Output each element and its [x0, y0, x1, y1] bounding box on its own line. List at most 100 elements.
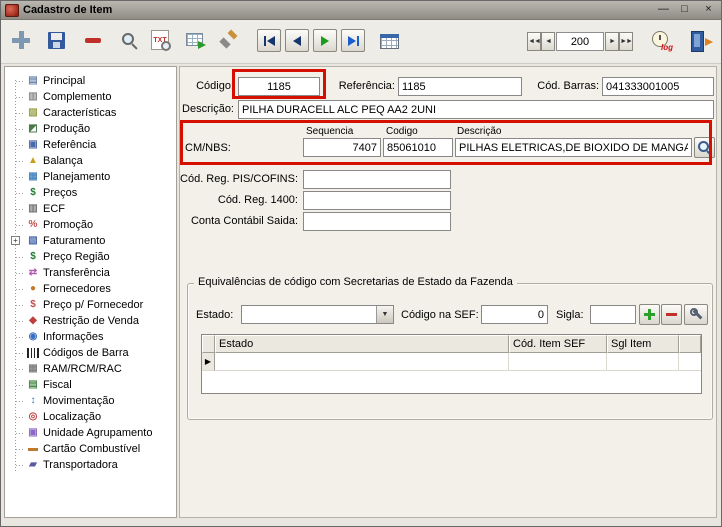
clear-button[interactable]	[220, 32, 237, 49]
add-equivalencia-button[interactable]	[639, 304, 660, 325]
expander-icon[interactable]: +	[11, 236, 20, 245]
ncm-label: CM/NBS:	[185, 142, 231, 154]
exit-button[interactable]	[688, 31, 713, 52]
sidebar-item-balanca[interactable]: ▲ Balança	[5, 153, 176, 169]
codigo-sef-input[interactable]	[481, 305, 548, 324]
next-record-button[interactable]	[313, 29, 337, 52]
grouping-icon: ▣	[28, 427, 38, 438]
pis-cofins-input[interactable]	[303, 170, 451, 189]
sidebar-item-caracteristicas[interactable]: ▨ Características	[5, 105, 176, 121]
remove-equivalencia-button[interactable]	[661, 304, 682, 325]
next-page-button[interactable]: ►	[605, 32, 619, 51]
referencia-label: Referência:	[338, 80, 395, 92]
export-txt-button[interactable]: TXT	[151, 30, 171, 51]
ncm-search-button[interactable]	[694, 137, 715, 158]
planning-icon: ▦	[28, 171, 38, 182]
ncm-descricao-input[interactable]	[455, 138, 692, 157]
sidebar-item-cartao-combustivel[interactable]: ▬ Cartão Combustível	[5, 441, 176, 457]
search-button[interactable]	[121, 32, 138, 49]
first-record-icon	[263, 35, 266, 46]
maximize-button[interactable]: □	[676, 3, 693, 17]
modules-icon: ▦	[28, 363, 38, 374]
calendar-grid-button[interactable]	[380, 34, 399, 49]
sidebar-item-restricao-venda[interactable]: ◆ Restrição de Venda	[5, 313, 176, 329]
main-panel: Código: Referência: Cód. Barras: Descriç…	[179, 66, 717, 518]
grid-header-estado[interactable]: Estado	[215, 335, 509, 353]
sidebar-item-referencia[interactable]: ▣ Referência	[5, 137, 176, 153]
chevron-down-icon[interactable]: ▼	[376, 306, 393, 323]
sidebar-item-codigos-barra[interactable]: Códigos de Barra	[5, 345, 176, 361]
sidebar-item-unidade-agrupamento[interactable]: ▣ Unidade Agrupamento	[5, 425, 176, 441]
sidebar-item-ram-rcm-rac[interactable]: ▦ RAM/RCM/RAC	[5, 361, 176, 377]
grid-indicator-header	[202, 335, 215, 353]
sidebar-item-localizacao[interactable]: ◎ Localização	[5, 409, 176, 425]
minus-icon	[85, 38, 101, 43]
sigla-input[interactable]	[590, 305, 636, 324]
minimize-button[interactable]: —	[655, 3, 672, 17]
sidebar-item-ecf[interactable]: ▥ ECF	[5, 201, 176, 217]
calendar-icon	[380, 34, 399, 49]
transfer-arrows-icon: ⇄	[28, 267, 38, 278]
notes-icon: ▨	[28, 107, 38, 118]
sidebar-item-faturamento[interactable]: + ▧ Faturamento	[5, 233, 176, 249]
ncm-sequencia-input[interactable]	[303, 138, 381, 157]
reference-icon: ▣	[28, 139, 38, 150]
sidebar-item-promocao[interactable]: % Promoção	[5, 217, 176, 233]
sidebar-item-transferencia[interactable]: ⇄ Transferência	[5, 265, 176, 281]
grid-row[interactable]: ▶	[202, 353, 701, 371]
app-icon	[5, 3, 19, 17]
previous-page-button[interactable]: ◄	[541, 32, 555, 51]
equivalencias-groupbox: Equivalências de código com Secretarias …	[187, 276, 713, 420]
delete-record-button[interactable]	[85, 38, 101, 43]
cod-barras-input[interactable]	[602, 77, 714, 96]
first-record-button[interactable]	[257, 29, 281, 52]
save-button[interactable]	[48, 32, 65, 49]
sidebar-item-complemento[interactable]: ▥ Complemento	[5, 89, 176, 105]
previous-record-button[interactable]	[285, 29, 309, 52]
reg-1400-input[interactable]	[303, 191, 451, 210]
attachment-icon: ▥	[28, 91, 38, 102]
sidebar-tree: ▤ Principal ▥ Complemento ▨ Características…	[4, 66, 177, 518]
sidebar-item-preco-fornecedor[interactable]: $ Preço p/ Fornecedor	[5, 297, 176, 313]
search-edit-icon	[698, 141, 711, 154]
sidebar-item-fornecedores[interactable]: ● Fornecedores	[5, 281, 176, 297]
record-number-input[interactable]	[556, 32, 604, 51]
ncm-codigo-input[interactable]	[383, 138, 453, 157]
grid-header-row: Estado Cód. Item SEF Sgl Item	[202, 335, 701, 353]
sidebar-item-planejamento[interactable]: ▦ Planejamento	[5, 169, 176, 185]
equivalencia-tools-button[interactable]	[684, 304, 708, 325]
sidebar-item-precos[interactable]: $ Preços	[5, 185, 176, 201]
log-button[interactable]: log	[651, 31, 673, 52]
next-record-icon	[321, 35, 329, 46]
export-grid-button[interactable]	[186, 33, 206, 49]
last-page-button[interactable]: ►►	[619, 32, 633, 51]
minus-icon	[666, 313, 677, 316]
referencia-input[interactable]	[398, 77, 522, 96]
first-page-button[interactable]: ◄◄	[527, 32, 541, 51]
sidebar-item-producao[interactable]: ◩ Produção	[5, 121, 176, 137]
movement-arrows-icon: ↕	[30, 395, 36, 406]
grid-header-cod-item-sef[interactable]: Cód. Item SEF	[509, 335, 607, 353]
close-button[interactable]: ×	[700, 3, 717, 17]
codigo-input[interactable]	[238, 77, 320, 96]
floppy-disk-icon	[48, 32, 65, 49]
sidebar-item-preco-regiao[interactable]: $ Preço Região	[5, 249, 176, 265]
last-record-icon	[347, 35, 356, 46]
add-record-button[interactable]	[12, 31, 30, 49]
sidebar-item-informacoes[interactable]: ◉ Informações	[5, 329, 176, 345]
app-window: Cadastro de Item — □ × TXT ◄◄ ◄ ► ►► log	[0, 0, 722, 527]
ncm-sequencia-header: Sequencia	[306, 126, 354, 137]
sidebar-item-movimentacao[interactable]: ↕ Movimentação	[5, 393, 176, 409]
sidebar-item-fiscal[interactable]: ▤ Fiscal	[5, 377, 176, 393]
equivalencias-grid[interactable]: Estado Cód. Item SEF Sgl Item ▶	[201, 334, 702, 394]
row-indicator-icon: ▶	[202, 353, 215, 371]
sidebar-item-principal[interactable]: ▤ Principal	[5, 73, 176, 89]
brush-icon	[220, 32, 237, 49]
last-record-button[interactable]	[341, 29, 365, 52]
suppliers-icon: ●	[29, 283, 37, 294]
grid-header-sgl-item[interactable]: Sgl Item	[607, 335, 679, 353]
descricao-input[interactable]	[238, 100, 714, 119]
estado-combobox[interactable]: ▼	[241, 305, 394, 324]
sidebar-item-transportadora[interactable]: ▰ Transportadora	[5, 457, 176, 473]
conta-contabil-input[interactable]	[303, 212, 451, 231]
